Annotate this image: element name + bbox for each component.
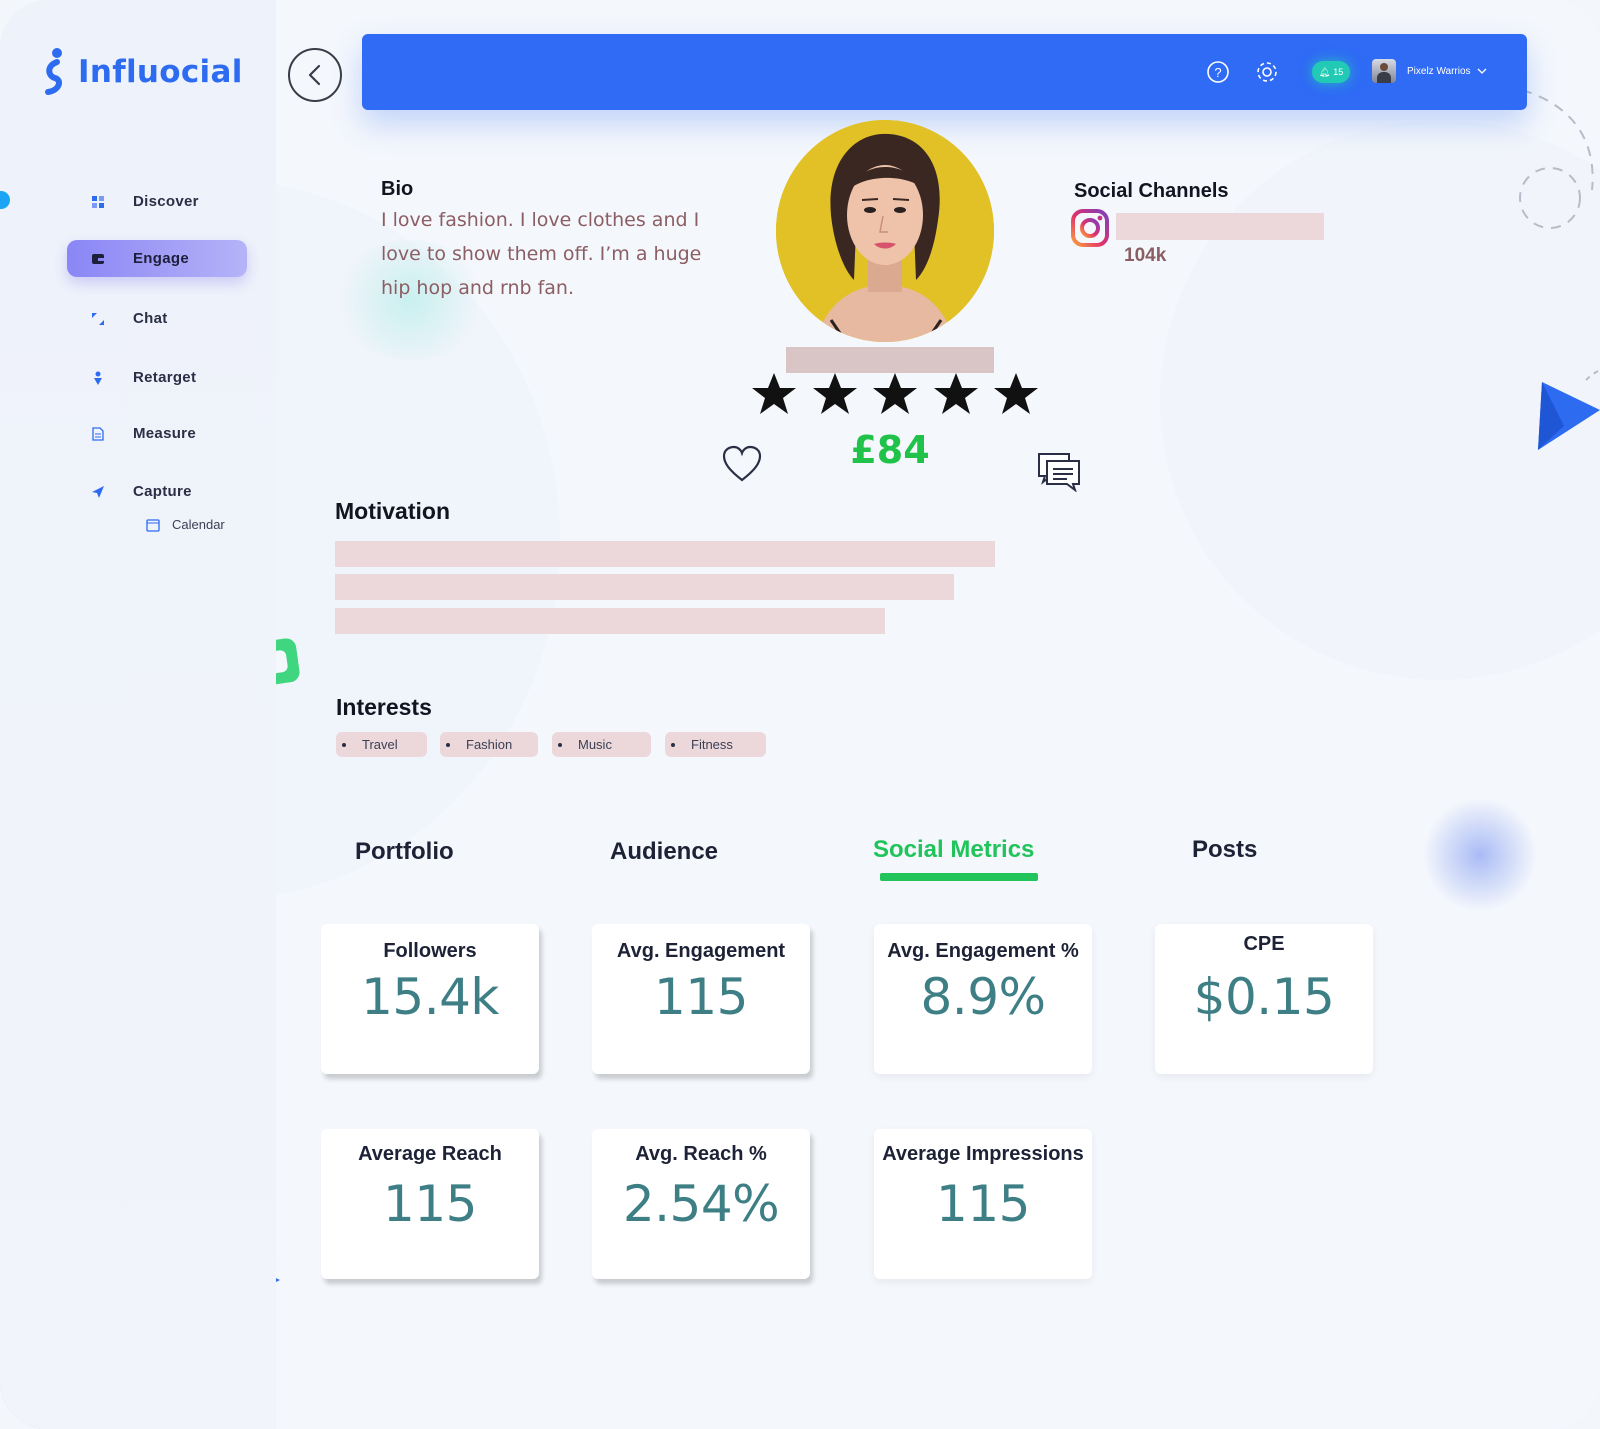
metric-value: 115 <box>654 968 748 1026</box>
sidebar-item-chat[interactable]: Chat <box>67 300 247 337</box>
sidebar-item-label: Measure <box>133 425 196 442</box>
metric-card-average-impressions: Average Impressions 115 <box>874 1129 1092 1279</box>
calendar-icon <box>146 518 160 532</box>
interest-chip[interactable]: Fashion <box>440 732 538 757</box>
interests-title: Interests <box>336 694 432 720</box>
app-page: Influocial Discover Engage Chat Retarget… <box>0 0 1600 1429</box>
metric-label: Avg. Reach % <box>635 1143 767 1165</box>
metric-card-average-reach: Average Reach 115 <box>321 1129 539 1279</box>
sidebar-item-retarget[interactable]: Retarget <box>67 359 247 396</box>
sidebar: Influocial Discover Engage Chat Retarget… <box>0 0 276 1429</box>
arrows-icon <box>92 312 104 325</box>
indicator-dot <box>0 191 10 209</box>
sidebar-item-engage[interactable]: Engage <box>67 240 247 277</box>
social-channels-title: Social Channels <box>1074 180 1229 202</box>
star-icon <box>873 373 917 414</box>
metric-label: Average Reach <box>358 1143 502 1165</box>
metric-value: 15.4k <box>361 968 499 1026</box>
logo-mark-icon <box>45 48 62 95</box>
sidebar-item-measure[interactable]: Measure <box>67 415 247 452</box>
instagram-followers: 104k <box>1124 245 1167 266</box>
sidebar-item-label: Capture <box>133 483 192 500</box>
app-name: Influocial <box>78 54 243 90</box>
metric-label: Followers <box>383 940 477 962</box>
sidebar-subitem-label: Calendar <box>172 517 225 532</box>
gear-icon[interactable] <box>1255 60 1279 84</box>
wallet-icon <box>92 253 104 264</box>
profile-photo <box>776 120 994 342</box>
metric-label: CPE <box>1243 933 1285 955</box>
document-icon <box>92 426 104 441</box>
metric-value: 115 <box>383 1175 477 1233</box>
chevron-left-icon <box>308 64 321 86</box>
tab-social-metrics[interactable]: Social Metrics <box>873 836 1034 864</box>
help-icon[interactable]: ? <box>1206 60 1230 84</box>
notification-badge[interactable]: 🔔︎ 15 <box>1312 61 1350 83</box>
chevron-down-icon <box>1477 68 1486 74</box>
sidebar-item-label: Discover <box>133 193 199 210</box>
paper-plane-icon <box>1538 370 1600 450</box>
heart-icon[interactable] <box>721 444 763 486</box>
portrait-illustration <box>776 120 994 342</box>
metric-card-avg-engagement-percent: Avg. Engagement % 8.9% <box>874 924 1092 1074</box>
star-icon <box>933 373 978 414</box>
sidebar-item-label: Retarget <box>133 369 197 386</box>
metric-value: 115 <box>936 1175 1030 1233</box>
active-tab-indicator <box>880 873 1038 881</box>
metric-value: 2.54% <box>622 1175 780 1233</box>
back-button[interactable] <box>288 48 342 102</box>
star-icon <box>994 373 1038 414</box>
sidebar-item-discover[interactable]: Discover <box>67 183 247 220</box>
header-bar: ? 🔔︎ 15 Pixelz Warrios <box>362 34 1527 110</box>
metric-card-avg-engagement: Avg. Engagement 115 <box>592 924 810 1074</box>
metric-value: 8.9% <box>920 968 1046 1026</box>
interest-chip[interactable]: Fitness <box>665 732 766 757</box>
notification-count: 15 <box>1333 67 1344 77</box>
user-name: Pixelz Warrios <box>1407 65 1471 77</box>
tab-audience[interactable]: Audience <box>610 838 718 866</box>
star-icon <box>812 373 857 414</box>
sidebar-subitem-calendar[interactable]: Calendar <box>146 517 225 532</box>
glow-blob <box>1420 800 1540 910</box>
user-menu[interactable]: Pixelz Warrios <box>1372 59 1487 83</box>
metric-card-cpe: CPE $0.15 <box>1155 924 1373 1074</box>
price-label: £84 <box>850 428 930 472</box>
motivation-title: Motivation <box>335 498 450 524</box>
bio-title: Bio <box>381 178 414 200</box>
sidebar-item-label: Engage <box>133 250 189 267</box>
message-icon[interactable] <box>1037 452 1081 492</box>
motivation-placeholder-line <box>335 541 995 567</box>
metric-label: Avg. Engagement <box>616 940 786 962</box>
bell-icon: 🔔︎ <box>1318 66 1331 77</box>
bio-text: I love fashion. I love clothes and I lov… <box>381 209 702 299</box>
metric-card-followers: Followers 15.4k <box>321 924 539 1074</box>
svg-text:?: ? <box>1214 65 1221 80</box>
star-icon <box>752 373 796 414</box>
sidebar-item-capture[interactable]: Capture <box>67 473 247 510</box>
tab-posts[interactable]: Posts <box>1192 836 1257 864</box>
avatar <box>1372 59 1396 83</box>
sidebar-item-label: Chat <box>133 310 168 327</box>
metric-label: Avg. Engagement % <box>887 940 1079 962</box>
tab-portfolio[interactable]: Portfolio <box>355 838 454 866</box>
instagram-icon[interactable] <box>1070 208 1110 248</box>
grid-icon <box>92 195 104 208</box>
send-icon <box>92 485 104 498</box>
app-logo[interactable]: Influocial <box>44 48 243 96</box>
metric-value: $0.15 <box>1193 968 1335 1026</box>
pin-icon <box>94 371 102 385</box>
interest-chip[interactable]: Music <box>552 732 651 757</box>
social-handle-placeholder <box>1116 213 1324 240</box>
rating-stars <box>750 370 1040 426</box>
metric-card-avg-reach-percent: Avg. Reach % 2.54% <box>592 1129 810 1279</box>
interest-chip[interactable]: Travel <box>336 732 427 757</box>
metric-label: Average Impressions <box>882 1143 1084 1165</box>
motivation-placeholder-line <box>335 574 954 600</box>
motivation-placeholder-line <box>335 608 885 634</box>
